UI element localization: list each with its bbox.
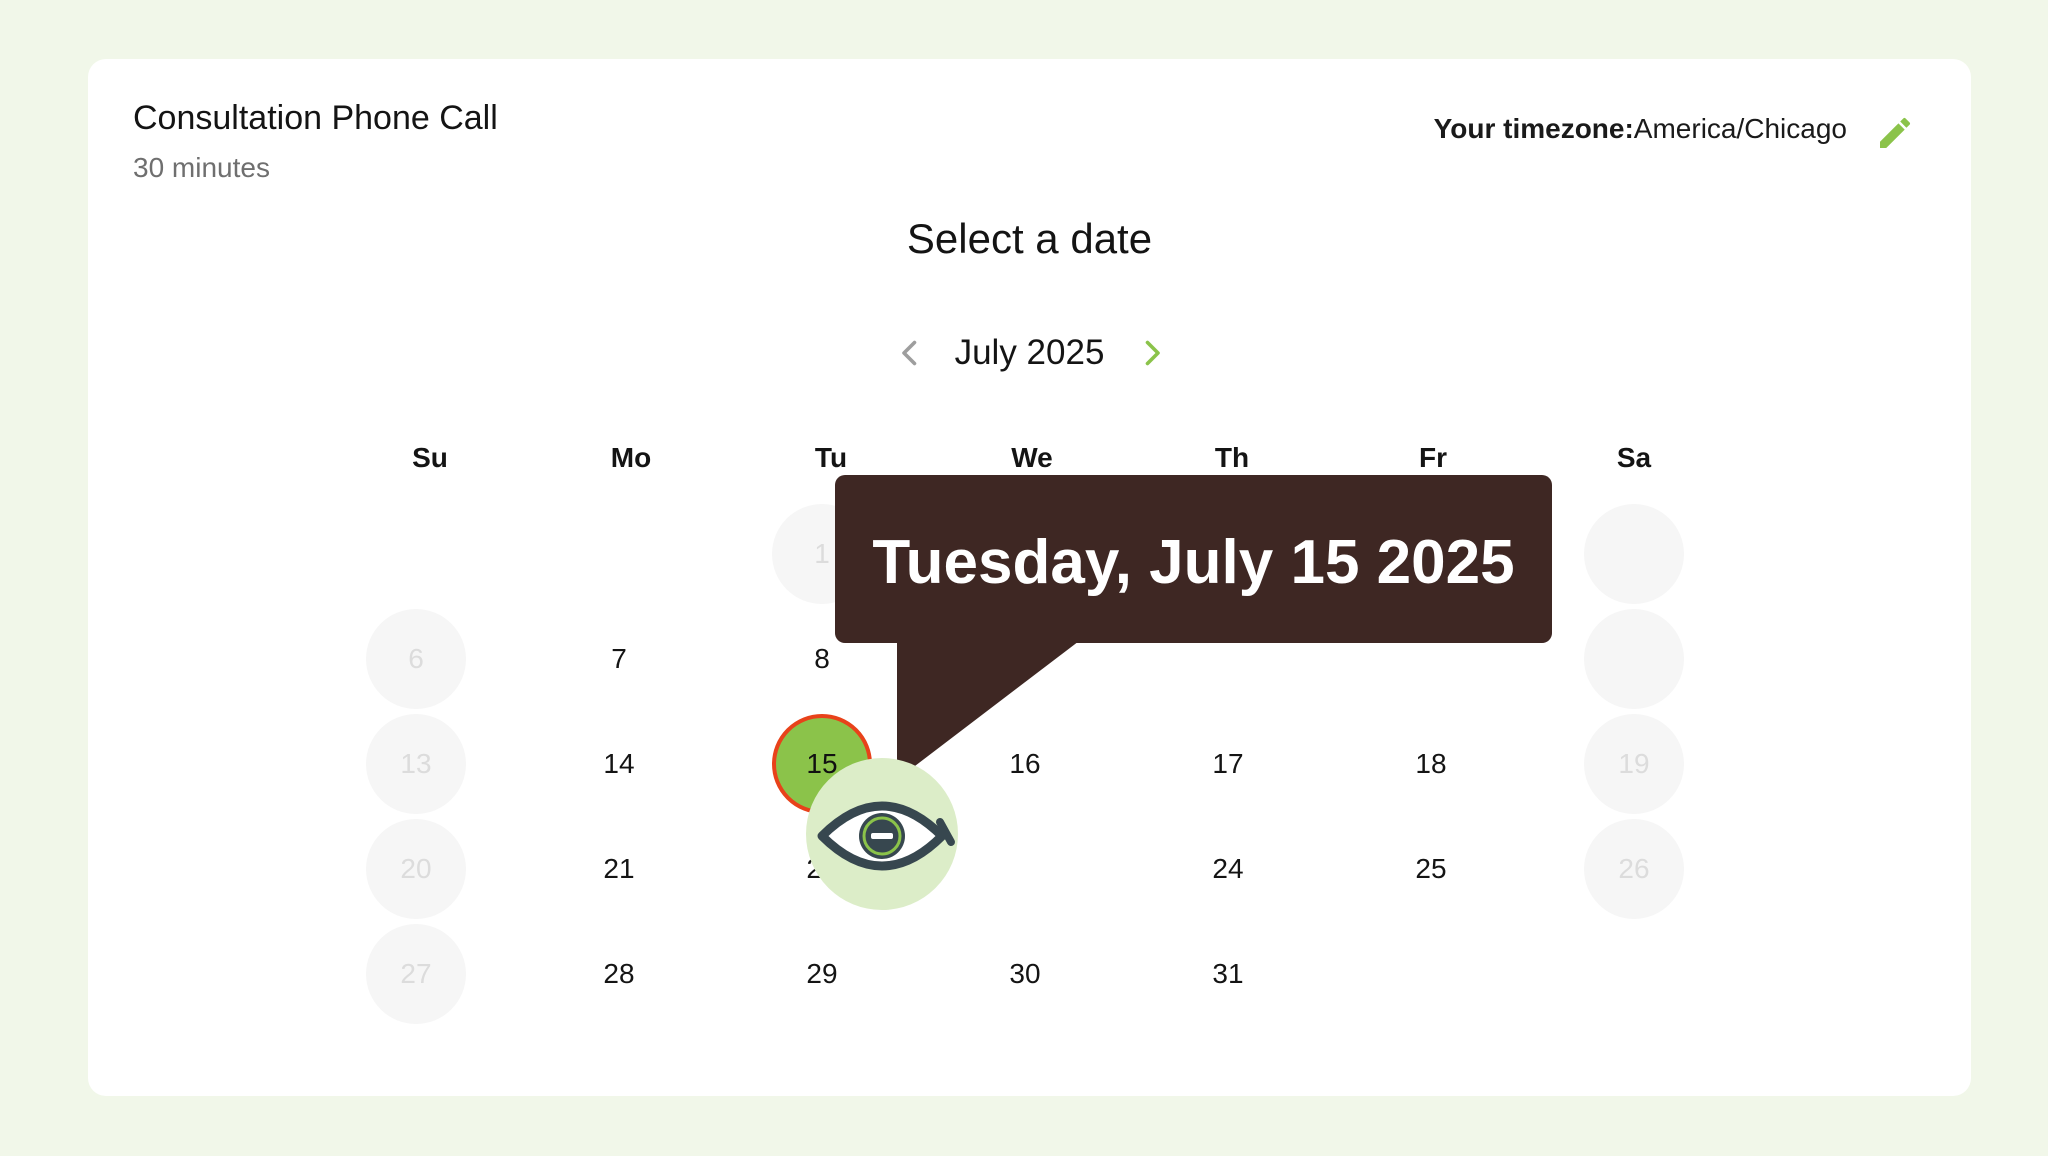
month-label: July 2025 [954,333,1105,372]
weekday-header-mo: Mo [610,442,652,473]
calendar-day-26: 26 [1584,819,1684,919]
calendar-day-27: 27 [366,924,466,1024]
calendar-day-19: 19 [1584,714,1684,814]
calendar-day-14[interactable]: 14 [569,714,669,814]
calendar-day-21[interactable]: 21 [569,819,669,919]
calendar-day-5 [1584,504,1684,604]
calendar-day-24[interactable]: 24 [1178,819,1278,919]
weekday-header-sa: Sa [1616,442,1652,473]
calendar-day-30[interactable]: 30 [975,924,1075,1024]
event-duration: 30 minutes [133,152,270,183]
calendar-day-13: 13 [366,714,466,814]
chevron-right-icon[interactable] [1134,335,1170,371]
weekday-header-su: Su [412,442,448,473]
calendar-day-28[interactable]: 28 [569,924,669,1024]
date-tooltip: Tuesday, July 15 2025 [835,475,1552,773]
timezone-value: America/Chicago [1633,113,1847,144]
calendar-day-7[interactable]: 7 [569,609,669,709]
calendar-day-31[interactable]: 31 [1178,924,1278,1024]
weekday-header-fr: Fr [1419,442,1447,473]
calendar-day-12 [1584,609,1684,709]
pencil-icon[interactable] [1875,113,1915,153]
weekday-header-tu: Tu [814,442,848,473]
month-navigation: July 2025 [88,329,1971,379]
calendar-day-20: 20 [366,819,466,919]
eye-minus-icon[interactable] [806,758,958,910]
calendar-day-25[interactable]: 25 [1381,819,1481,919]
timezone-display: Your timezone:America/Chicago [1434,113,1847,145]
weekday-header-th: Th [1214,442,1250,473]
event-title: Consultation Phone Call [133,99,498,137]
tooltip-text: Tuesday, July 15 2025 [872,528,1515,597]
calendar-day-6: 6 [366,609,466,709]
page-heading: Select a date [906,215,1153,262]
timezone-label: Your timezone: [1433,113,1634,144]
calendar-day-29[interactable]: 29 [772,924,872,1024]
weekday-header-we: We [1011,442,1053,473]
